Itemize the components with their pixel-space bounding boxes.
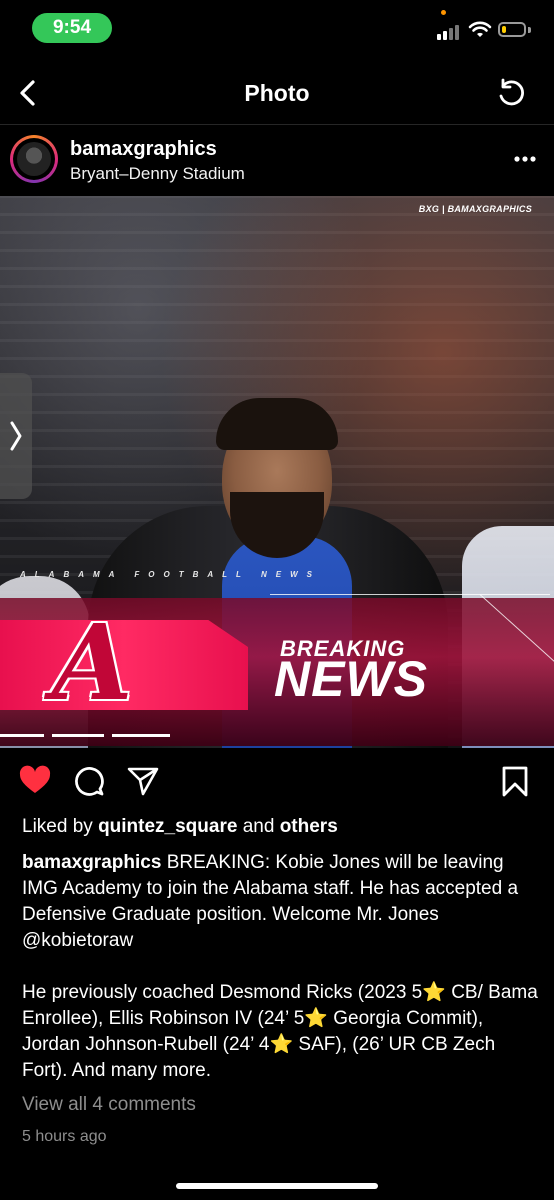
like-button[interactable]	[18, 764, 52, 798]
banner-dash	[0, 734, 44, 737]
watermark-brand-tag: BXG | BAMAXGRAPHICS	[418, 204, 532, 214]
alabama-a-logo: A	[52, 601, 133, 724]
status-time: 9:54	[32, 13, 112, 43]
likes-middle: and	[242, 816, 275, 837]
battery-cap	[528, 27, 531, 33]
caption-username[interactable]: bamaxgraphics	[22, 852, 161, 873]
privacy-indicator-dot	[441, 10, 446, 15]
likes-prefix: Liked by	[22, 816, 93, 837]
post-location[interactable]: Bryant–Denny Stadium	[70, 164, 245, 184]
avatar-image	[17, 142, 51, 176]
post-timestamp: 5 hours ago	[22, 1128, 107, 1145]
post-username[interactable]: bamaxgraphics	[70, 138, 217, 161]
chevron-right-icon	[10, 421, 22, 451]
bookmark-icon	[502, 766, 528, 797]
liked-by-user[interactable]: quintez_square	[98, 816, 237, 837]
refresh-icon	[499, 78, 524, 106]
liked-by-others[interactable]: others	[280, 816, 338, 837]
battery-icon	[498, 22, 526, 37]
caption-paragraph-1: bamaxgraphics BREAKING: Kobie Jones will…	[22, 850, 542, 954]
signal-icon	[437, 22, 463, 40]
banner-dash	[52, 734, 104, 737]
post-header: bamaxgraphics Bryant–Denny Stadium	[0, 124, 554, 196]
more-horizontal-icon	[514, 156, 536, 162]
comment-button[interactable]	[72, 764, 106, 798]
story-ring[interactable]	[10, 135, 58, 183]
post-actions	[0, 748, 554, 814]
series-label: ALABAMA FOOTBALL NEWS	[20, 570, 321, 579]
news-text: NEWS	[274, 651, 428, 707]
refresh-button[interactable]	[494, 76, 528, 110]
page-title: Photo	[244, 80, 310, 106]
nav-bar: Photo	[0, 62, 554, 125]
likes-summary: Liked by quintez_square and others	[22, 816, 338, 838]
carousel-next-button[interactable]	[0, 373, 32, 499]
person-hair	[216, 398, 338, 450]
wifi-icon	[468, 21, 492, 37]
save-button[interactable]	[498, 764, 532, 798]
heart-icon	[19, 765, 51, 793]
caption-paragraph-2: He previously coached Desmond Ricks (202…	[22, 982, 538, 1081]
status-bar: 9:54	[0, 0, 554, 56]
more-options-button[interactable]	[508, 152, 542, 166]
send-icon	[127, 767, 159, 796]
share-button[interactable]	[126, 764, 160, 798]
banner-outline	[270, 594, 550, 595]
battery-level	[502, 26, 506, 33]
banner-dash	[112, 734, 170, 737]
comment-icon	[75, 767, 104, 796]
post-caption: bamaxgraphics BREAKING: Kobie Jones will…	[22, 850, 542, 1084]
view-comments-link[interactable]: View all 4 comments	[22, 1094, 196, 1116]
avatar	[13, 138, 55, 180]
home-indicator[interactable]	[176, 1183, 378, 1189]
